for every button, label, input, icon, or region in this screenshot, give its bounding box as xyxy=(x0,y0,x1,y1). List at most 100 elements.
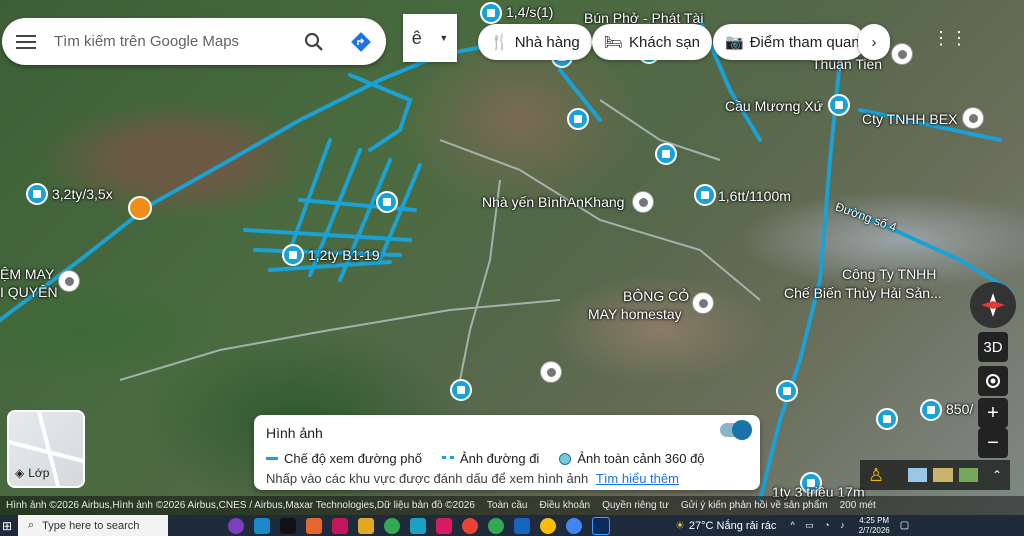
fork-knife-icon: 🍴 xyxy=(490,34,509,51)
place-pin[interactable] xyxy=(962,107,984,129)
photoshop-icon[interactable] xyxy=(592,516,610,535)
place-pin[interactable] xyxy=(632,191,654,213)
privacy-link[interactable]: Quyền riêng tư xyxy=(602,500,669,511)
chip-label: Khách sạn xyxy=(629,33,700,51)
map-label: Nhà yến BìnhAnKhang xyxy=(482,194,625,210)
legend-street: Chế độ xem đường phố xyxy=(284,451,422,466)
clock-date: 2/7/2026 xyxy=(858,525,890,535)
windows-start-icon[interactable]: ⊞ xyxy=(2,519,12,533)
app-icon[interactable] xyxy=(332,517,348,534)
expand-icon[interactable]: ⌃ xyxy=(992,468,1002,482)
map-pin[interactable] xyxy=(282,244,304,266)
map-label: Cty TNHH BEX xyxy=(862,111,958,127)
app-icon[interactable] xyxy=(514,517,530,534)
folder-icon[interactable] xyxy=(358,517,374,534)
search-icon: ⌕ xyxy=(28,519,35,531)
chip-attractions[interactable]: 📷 Điểm tham quan xyxy=(713,24,865,60)
cafe-pin[interactable] xyxy=(128,196,152,220)
imagery-thumb[interactable] xyxy=(933,468,953,482)
photo-path-icon xyxy=(441,455,454,462)
camera-icon: 📷 xyxy=(725,34,744,51)
clock-time: 4:25 PM xyxy=(859,515,890,525)
global-link[interactable]: Toàn cầu xyxy=(487,500,528,511)
map-label: MAY homestay xyxy=(588,306,682,322)
tiktok-icon[interactable] xyxy=(280,517,296,534)
map-pin[interactable] xyxy=(450,379,472,401)
imagery-info-panel: Hình ảnh Chế độ xem đường phố Ảnh đường … xyxy=(254,415,760,490)
place-pin[interactable] xyxy=(891,43,913,65)
search-input[interactable]: Tìm kiếm trên Google Maps xyxy=(54,33,304,50)
edge-icon[interactable] xyxy=(254,517,270,534)
chrome-icon[interactable] xyxy=(462,517,478,534)
terms-link[interactable]: Điều khoản xyxy=(540,500,591,511)
windows-taskbar: ⊞ ⌕ Type here to search ☀ 27°C Nắng rải … xyxy=(0,515,1024,536)
cortana-icon[interactable] xyxy=(228,517,244,534)
imagery-toggle[interactable] xyxy=(720,420,752,440)
chrome-icon[interactable] xyxy=(384,517,400,534)
map-pin[interactable] xyxy=(480,2,502,24)
panorama-dot-icon xyxy=(559,452,572,465)
my-location-button[interactable] xyxy=(978,366,1008,396)
chip-label: Nhà hàng xyxy=(514,33,580,51)
chrome-icon[interactable] xyxy=(566,517,582,534)
map-pin[interactable] xyxy=(828,94,850,116)
place-pin[interactable] xyxy=(58,270,80,292)
imagery-credit: Hình ảnh ©2026 Airbus,Hình ảnh ©2026 Air… xyxy=(6,500,475,511)
learn-more-link[interactable]: Tìm hiểu thêm xyxy=(596,471,679,486)
attribution-bar: Hình ảnh ©2026 Airbus,Hình ảnh ©2026 Air… xyxy=(0,496,1024,515)
imagery-thumb[interactable] xyxy=(958,468,978,482)
imagery-strip[interactable]: ♙ ⌃ xyxy=(860,460,1010,490)
edge-icon[interactable] xyxy=(410,517,426,534)
map-pin[interactable] xyxy=(876,408,898,430)
scale-bar[interactable]: 200 mét xyxy=(840,500,876,511)
map-pin[interactable] xyxy=(920,399,942,421)
imagery-thumb[interactable] xyxy=(908,468,928,482)
map-label: BÔNG CỎ xyxy=(623,288,690,304)
3d-toggle-button[interactable]: 3D xyxy=(978,332,1008,362)
panel-hint: Nhấp vào các khu vực được đánh dấu để xe… xyxy=(266,471,589,486)
place-pin[interactable] xyxy=(540,361,562,383)
map-label: 1,2ty B1-19 xyxy=(308,247,380,263)
search-box[interactable]: Tìm kiếm trên Google Maps xyxy=(2,18,386,65)
map-label: 3,2ty/3,5x xyxy=(52,186,113,202)
pegman-icon[interactable]: ♙ xyxy=(868,465,884,486)
layers-icon: ◈ xyxy=(15,466,25,480)
map-label: ỆM MAY xyxy=(0,266,55,282)
map-label: Chế Biến Thủy Hải Sản... xyxy=(784,285,942,301)
chips-next-button[interactable]: › xyxy=(858,24,890,60)
menu-icon[interactable] xyxy=(16,34,36,50)
directions-icon[interactable] xyxy=(350,31,372,53)
chip-restaurants[interactable]: 🍴 Nhà hàng xyxy=(478,24,592,60)
feedback-link[interactable]: Gửi ý kiến phản hồi về sản phẩm xyxy=(681,500,828,511)
legend-photo: Ảnh đường đi xyxy=(459,451,540,466)
app-icon[interactable] xyxy=(436,517,452,534)
map-pin[interactable] xyxy=(26,183,48,205)
layers-label: Lớp xyxy=(28,466,50,480)
chrome-icon[interactable] xyxy=(488,517,504,534)
chrome-icon[interactable] xyxy=(540,517,556,534)
place-pin[interactable] xyxy=(692,292,714,314)
weather-widget[interactable]: ☀ 27°C Nắng rải rác xyxy=(675,519,776,533)
apps-grid-icon[interactable]: ⋮⋮ xyxy=(932,28,968,49)
compass-button[interactable] xyxy=(970,282,1016,328)
search-icon[interactable] xyxy=(304,32,324,52)
taskbar-search[interactable]: ⌕ Type here to search xyxy=(18,515,168,536)
map-pin[interactable] xyxy=(776,380,798,402)
legend-360: Ảnh toàn cảnh 360 độ xyxy=(577,451,705,466)
map-pin[interactable] xyxy=(567,108,589,130)
zoom-out-button[interactable]: − xyxy=(978,428,1008,458)
language-char: ê xyxy=(411,27,422,48)
tray-icons[interactable]: ^ ▭ ◔ ♪ xyxy=(790,520,848,531)
map-pin[interactable] xyxy=(376,191,398,213)
map-label: Công Ty TNHH xyxy=(842,266,937,282)
layers-button[interactable]: ◈ Lớp xyxy=(7,410,85,488)
map-pin[interactable] xyxy=(694,184,716,206)
map-pin[interactable] xyxy=(655,143,677,165)
clock[interactable]: 4:25 PM 2/7/2026 xyxy=(859,516,890,536)
taskbar-search-placeholder: Type here to search xyxy=(42,519,140,532)
chip-hotels[interactable]: 🛏 Khách sạn xyxy=(592,24,712,60)
notification-icon[interactable]: ▢ xyxy=(900,520,909,531)
firefox-icon[interactable] xyxy=(306,517,322,534)
zoom-in-button[interactable]: + xyxy=(978,398,1008,428)
input-language-button[interactable]: ê ▼ xyxy=(403,14,457,62)
